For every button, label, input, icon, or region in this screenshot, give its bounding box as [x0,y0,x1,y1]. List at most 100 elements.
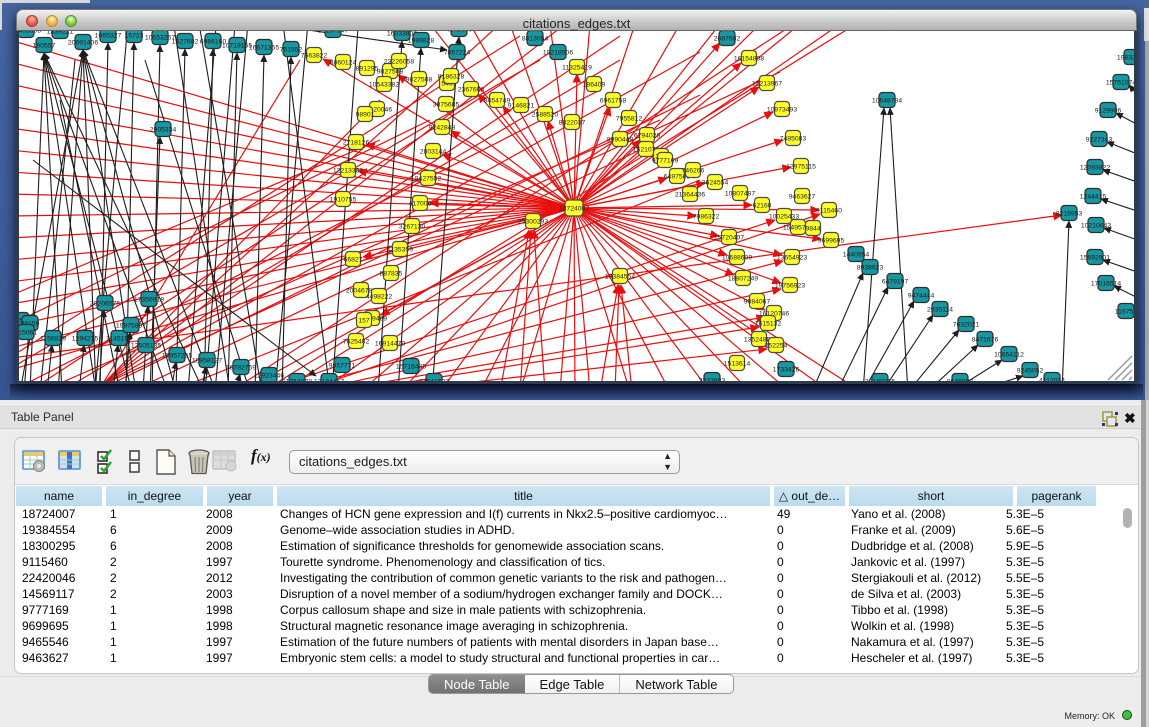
svg-text:11325419: 11325419 [562,65,592,72]
svg-text:157: 157 [358,318,370,325]
svg-text:16914479: 16914479 [375,341,405,348]
svg-text:7625402: 7625402 [343,339,370,346]
svg-text:252254: 252254 [765,343,788,350]
svg-text:8860124: 8860124 [330,60,357,67]
svg-text:6479197: 6479197 [882,279,909,286]
svg-text:3624554: 3624554 [702,180,729,187]
svg-text:9146821: 9146821 [508,103,535,110]
svg-text:7632021: 7632021 [953,322,980,329]
svg-text:9227343: 9227343 [1086,137,1113,144]
svg-text:417006: 417006 [409,201,432,208]
svg-text:2087682: 2087682 [714,36,741,43]
svg-text:4112034: 4112034 [1039,378,1065,382]
svg-text:15723: 15723 [125,33,144,40]
svg-text:17359918: 17359918 [134,297,164,304]
svg-text:16671355: 16671355 [249,45,279,52]
svg-text:751552: 751552 [280,47,303,54]
svg-text:8822037: 8822037 [559,120,586,127]
svg-text:15720407: 15720407 [714,235,744,242]
svg-text:9857771: 9857771 [329,363,356,370]
svg-text:1145194: 1145194 [106,336,132,343]
svg-text:9699695: 9699695 [818,238,845,245]
svg-text:18724007: 18724007 [559,206,589,213]
svg-text:3875685: 3875685 [433,102,460,109]
svg-text:891295: 891295 [356,66,379,73]
svg-text:12975115: 12975115 [786,164,816,171]
svg-text:2905334: 2905334 [150,127,177,134]
svg-text:16154808: 16154808 [734,56,764,63]
svg-text:1839221: 1839221 [47,31,74,36]
svg-text:10973493: 10973493 [767,107,797,114]
svg-text:22455603: 22455603 [19,31,41,35]
svg-text:15692901: 15692901 [1080,255,1110,262]
svg-text:10958127: 10958127 [192,358,222,365]
svg-text:13654923: 13654923 [777,255,807,262]
svg-text:7857224: 7857224 [444,50,471,57]
svg-text:12923446: 12923446 [254,373,284,380]
svg-text:25300293: 25300293 [518,219,548,226]
svg-text:10210643: 10210643 [1081,223,1111,230]
svg-text:17016514: 17016514 [1091,281,1121,288]
svg-text:2718126: 2718126 [343,140,370,147]
svg-text:1527602: 1527602 [172,39,199,46]
svg-text:15157347: 15157347 [318,31,348,35]
svg-text:66827: 66827 [344,257,363,264]
svg-text:10688609: 10688609 [722,255,752,262]
svg-text:17957255: 17957255 [162,353,192,360]
svg-text:9129906: 9129906 [1095,108,1122,115]
svg-text:19832259: 19832259 [1117,55,1134,62]
svg-text:10807487: 10807487 [725,191,755,198]
svg-text:23226058: 23226058 [384,59,414,66]
svg-text:8938923: 8938923 [857,265,884,272]
svg-text:115061: 115061 [19,330,37,337]
svg-text:1156829: 1156829 [40,336,66,343]
svg-text:24641507: 24641507 [419,379,449,382]
svg-text:10648784: 10648784 [872,98,902,105]
svg-text:9115460: 9115460 [816,208,842,215]
svg-text:18807249: 18807249 [728,276,758,283]
svg-text:62160: 62160 [753,203,772,210]
svg-text:186409: 186409 [583,82,606,89]
svg-text:7955812: 7955812 [616,116,643,123]
svg-text:15751074: 15751074 [1106,80,1134,87]
svg-text:19975887: 19975887 [116,323,146,330]
svg-text:4143890: 4143890 [446,31,473,34]
svg-text:8471676: 8471676 [972,337,999,344]
svg-text:746266: 746266 [682,168,705,175]
svg-text:9242848: 9242848 [429,125,456,132]
svg-text:2367608: 2367608 [458,87,485,94]
svg-text:116753: 116753 [1115,309,1134,316]
svg-text:13134457: 13134457 [314,379,344,382]
svg-text:7485083: 7485083 [780,136,807,143]
svg-text:8215953: 8215953 [1056,211,1083,218]
svg-text:7986322: 7986322 [693,214,720,221]
svg-text:21754078: 21754078 [282,379,312,382]
svg-text:9463627: 9463627 [789,194,816,201]
svg-text:1135359: 1135359 [387,247,413,254]
svg-text:7663822: 7663822 [301,53,328,60]
svg-text:10543382: 10543382 [369,82,399,89]
svg-text:20206575: 20206575 [90,301,120,308]
svg-text:16782759: 16782759 [226,365,256,372]
svg-text:6794028: 6794028 [634,133,661,140]
svg-text:1294275: 1294275 [72,336,99,343]
svg-text:23188315: 23188315 [865,379,895,382]
svg-text:9474444: 9474444 [908,293,935,300]
svg-text:19756923: 19756923 [775,283,805,290]
svg-text:8427552: 8427552 [415,176,442,183]
svg-text:21364436: 21364436 [675,192,705,199]
svg-text:887835: 887835 [380,271,403,278]
svg-text:9827508: 9827508 [406,77,433,84]
svg-text:1065327: 1065327 [95,33,122,40]
svg-text:190557: 190557 [33,43,56,50]
svg-text:20691406: 20691406 [68,40,98,47]
svg-text:6961758: 6961758 [600,98,627,105]
svg-text:9245052: 9245052 [1017,368,1044,375]
svg-text:12093822: 12093822 [1080,165,1110,172]
svg-text:1999828: 1999828 [408,38,435,45]
svg-text:2588520: 2588520 [532,112,559,119]
svg-text:1910755: 1910755 [330,197,357,204]
svg-text:9084067: 9084067 [744,299,771,306]
svg-text:12213967: 12213967 [752,81,782,88]
svg-text:10654112: 10654112 [994,352,1024,359]
